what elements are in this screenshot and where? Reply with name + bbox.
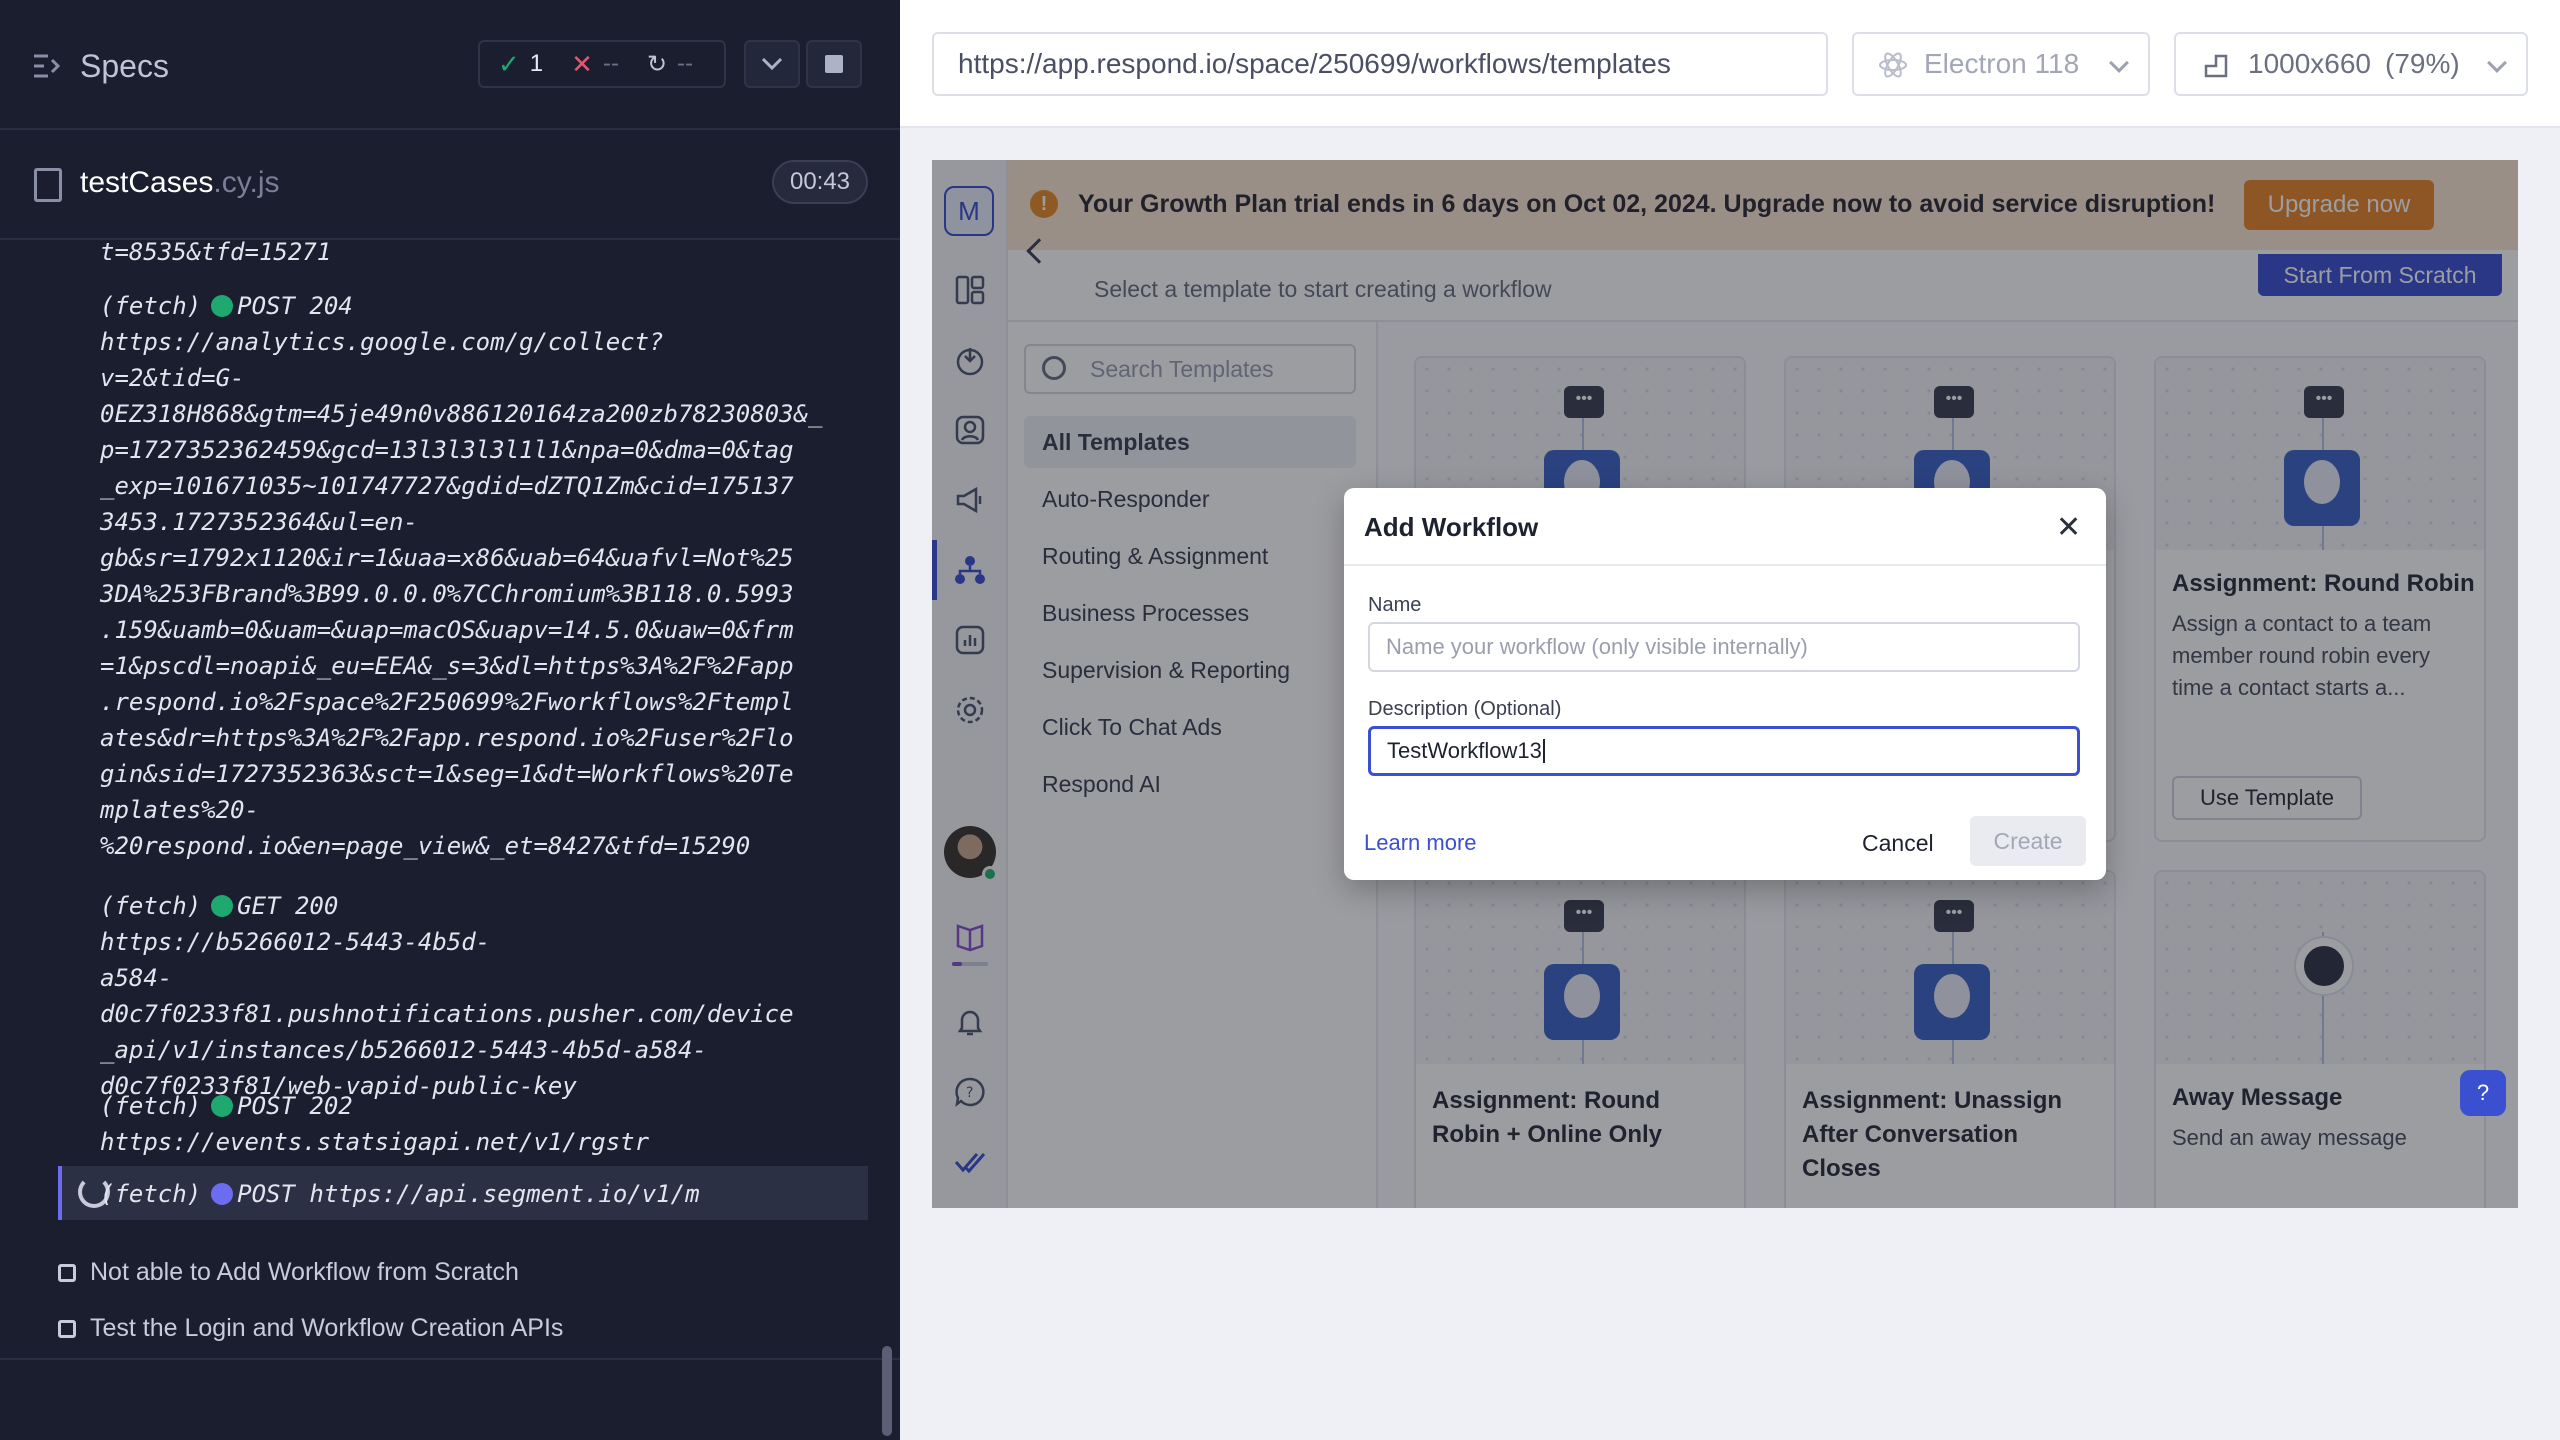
spinner-icon: ↻ <box>646 50 668 78</box>
workflow-description-input[interactable]: TestWorkflow13 <box>1368 726 2080 776</box>
test-status-icon <box>58 1319 76 1338</box>
status-dot-icon <box>211 1183 234 1205</box>
electron-icon <box>1879 52 1907 78</box>
app-under-test: M ? ! Your Growth Plan trial ends in 6 d… <box>932 160 2518 1208</box>
log-scrollbar[interactable] <box>882 1346 892 1436</box>
close-icon[interactable]: ✕ <box>2056 510 2081 545</box>
app-preview-area: https://app.respond.io/space/250699/work… <box>900 0 2560 1440</box>
x-icon: ✕ <box>571 48 593 79</box>
log-entry-fetch[interactable]: (fetch) POST 202 <box>100 1088 353 1124</box>
log-entry-fetch[interactable]: (fetch) POST 204 <box>100 288 353 324</box>
divider <box>0 1358 900 1360</box>
check-icon: ✓ <box>498 48 520 79</box>
test-stats: ✓ 1 ✕ -- ↻ -- <box>478 40 726 88</box>
log-url: https://b5266012-5443-4b5d- a584- d0c7f0… <box>100 928 794 1100</box>
cancel-button[interactable]: Cancel <box>1862 830 1934 857</box>
status-dot-icon <box>211 1095 234 1117</box>
specs-list-icon[interactable] <box>32 52 62 80</box>
browser-toolbar: https://app.respond.io/space/250699/work… <box>900 0 2560 128</box>
chevron-down-icon <box>2487 53 2507 73</box>
help-widget-icon[interactable]: ? <box>2460 1070 2506 1116</box>
chevron-down-button[interactable] <box>744 40 800 88</box>
create-button[interactable]: Create <box>1970 816 2086 866</box>
chevron-down-icon <box>2109 53 2129 73</box>
file-icon <box>34 168 62 202</box>
log-line: t=8535&tfd=15271 <box>100 238 332 266</box>
viewport-selector[interactable]: 1000x660 (79%) <box>2174 32 2528 96</box>
stop-button[interactable] <box>806 40 862 88</box>
chevron-down-icon <box>761 57 783 71</box>
description-label: Description (Optional) <box>1368 698 1562 720</box>
test-timer: 00:43 <box>772 160 868 204</box>
modal-header: Add Workflow ✕ <box>1344 488 2106 566</box>
cypress-runner-panel: Specs ✓ 1 ✕ -- ↻ -- testCases.cy.js 00:4… <box>0 0 900 1440</box>
modal-title: Add Workflow <box>1364 512 1539 542</box>
specs-title[interactable]: Specs <box>80 48 169 85</box>
status-dot-icon <box>211 895 234 917</box>
test-item[interactable]: Test the Login and Workflow Creation API… <box>58 1314 563 1343</box>
text-caret <box>1542 739 1545 763</box>
log-entry-fetch[interactable]: (fetch) GET 200 <box>100 888 338 924</box>
failed-count: ✕ -- <box>571 48 619 79</box>
stop-icon <box>825 55 843 73</box>
test-item[interactable]: Not able to Add Workflow from Scratch <box>58 1258 519 1287</box>
name-label: Name <box>1368 594 1422 616</box>
add-workflow-modal: Add Workflow ✕ Name Name your workflow (… <box>1344 488 2106 880</box>
log-entry-fetch-pending[interactable]: (fetch) POST https://api.segment.io/v1/m <box>100 1176 700 1212</box>
workflow-name-input[interactable]: Name your workflow (only visible interna… <box>1368 622 2080 672</box>
log-url: https://events.statsigapi.net/v1/rgstr <box>100 1128 650 1156</box>
ruler-icon <box>2204 54 2228 78</box>
passed-count: ✓ 1 <box>498 48 544 79</box>
url-bar[interactable]: https://app.respond.io/space/250699/work… <box>932 32 1828 96</box>
spec-file-name: testCases.cy.js <box>80 166 280 199</box>
learn-more-link[interactable]: Learn more <box>1364 830 1477 856</box>
browser-selector[interactable]: Electron 118 <box>1852 32 2150 96</box>
status-dot-icon <box>211 295 234 317</box>
pending-count: ↻ -- <box>646 50 694 78</box>
log-url: https://analytics.google.com/g/collect? … <box>100 328 823 860</box>
runner-header: Specs ✓ 1 ✕ -- ↻ -- <box>0 0 900 130</box>
test-status-icon <box>58 1263 76 1282</box>
